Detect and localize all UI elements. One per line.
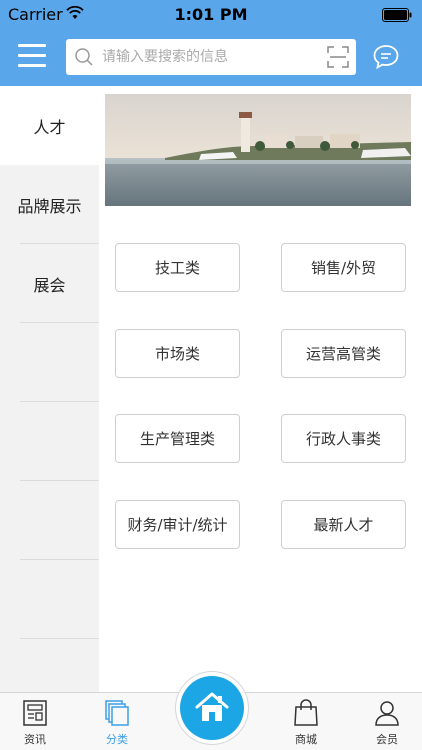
shopping-bag-icon: [294, 699, 318, 726]
sidebar-item-label: 人才: [33, 117, 66, 137]
category-button-sales-trade[interactable]: 销售/外贸: [281, 243, 406, 292]
sidebar-item-brand-showcase[interactable]: 品牌展示: [0, 165, 99, 244]
menu-icon-line: [18, 44, 46, 47]
sidebar-item-label: 品牌展示: [17, 196, 82, 216]
search-input[interactable]: [102, 39, 312, 75]
search-icon: [75, 48, 93, 66]
category-button-production-management[interactable]: 生产管理类: [115, 414, 240, 463]
home-icon: [195, 692, 229, 721]
clock-label: 1:01 PM: [174, 5, 248, 24]
tab-category[interactable]: 分类: [82, 693, 152, 750]
category-button-finance-audit-stats[interactable]: 财务/审计/统计: [115, 500, 240, 549]
tab-member[interactable]: 会员: [352, 693, 422, 750]
search-box[interactable]: [66, 39, 356, 75]
category-label: 最新人才: [313, 516, 374, 534]
banner-image[interactable]: [105, 94, 411, 206]
category-button-operations-executive[interactable]: 运营高管类: [281, 329, 406, 378]
category-button-latest-talent[interactable]: 最新人才: [281, 500, 406, 549]
category-button-admin-hr[interactable]: 行政人事类: [281, 414, 406, 463]
sidebar-item-empty: [0, 402, 99, 481]
category-label: 行政人事类: [305, 430, 381, 448]
menu-button[interactable]: [18, 44, 46, 70]
category-label: 运营高管类: [305, 345, 381, 363]
tab-label: 资讯: [24, 733, 46, 746]
sidebar-item-talent[interactable]: 人才: [0, 86, 99, 165]
category-label: 市场类: [154, 345, 200, 363]
news-icon: [23, 700, 47, 726]
tab-mall[interactable]: 商城: [271, 693, 341, 750]
user-icon: [375, 701, 399, 726]
battery-icon: [382, 8, 412, 22]
sidebar-item-empty: [0, 323, 99, 402]
menu-icon-line: [18, 54, 46, 57]
sidebar-item-empty: [0, 481, 99, 560]
main-content: 技工类 销售/外贸 市场类 运营高管类 生产管理类 行政人事类 财务/审计/统计…: [99, 86, 422, 692]
status-bar: Carrier 1:01 PM: [0, 0, 422, 30]
tab-label: 会员: [376, 733, 398, 746]
category-button-technician[interactable]: 技工类: [115, 243, 240, 292]
category-icon: [105, 700, 129, 726]
tab-label: 分类: [106, 733, 128, 746]
sidebar-item-label: 展会: [33, 275, 66, 295]
category-label: 生产管理类: [139, 430, 215, 448]
tab-label: 商城: [295, 733, 317, 746]
home-button[interactable]: [180, 676, 244, 740]
scan-icon[interactable]: [327, 46, 349, 68]
sidebar-item-exhibition[interactable]: 展会: [0, 244, 99, 323]
tab-news[interactable]: 资讯: [0, 693, 70, 750]
message-icon[interactable]: [372, 43, 400, 71]
category-sidebar: 人才 品牌展示 展会: [0, 86, 99, 692]
category-label: 技工类: [154, 259, 200, 277]
menu-icon-line: [18, 64, 46, 67]
sidebar-item-empty: [0, 560, 99, 639]
category-label: 财务/审计/统计: [127, 516, 228, 534]
nav-bar: [0, 30, 422, 86]
category-label: 销售/外贸: [310, 259, 377, 277]
category-button-marketing[interactable]: 市场类: [115, 329, 240, 378]
